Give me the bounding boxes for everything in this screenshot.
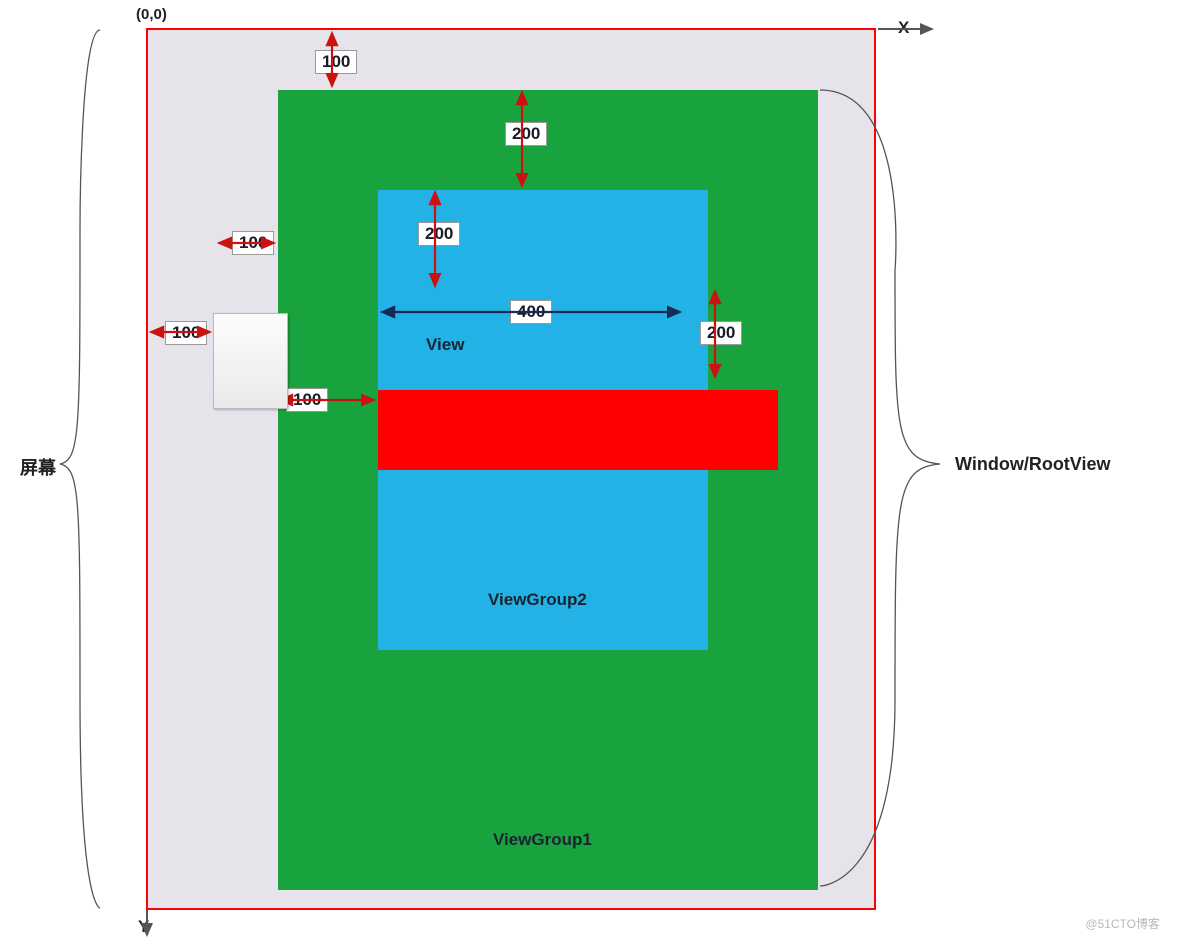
origin-label: (0,0) xyxy=(136,6,167,23)
dim-view-height: 200 xyxy=(700,321,742,345)
y-axis-label: Y xyxy=(138,917,149,937)
dim-screen-vg1-top: 100 xyxy=(315,50,357,74)
dim-vg1-view-left: 100 xyxy=(232,231,274,255)
viewgroup1-label: ViewGroup1 xyxy=(493,830,592,850)
x-axis-label: X xyxy=(898,18,909,38)
view-rect xyxy=(378,390,778,470)
view-label: View xyxy=(426,335,464,355)
dim-vg1-vg2-top: 200 xyxy=(505,122,547,146)
dim-vg2-view-top: 200 xyxy=(418,222,460,246)
viewgroup1-rect: ViewGroup2 ViewGroup1 xyxy=(278,90,818,890)
screen-side-label: 屏幕 xyxy=(20,454,56,480)
white-box xyxy=(213,313,288,409)
screen-rect: ViewGroup2 ViewGroup1 xyxy=(146,28,876,910)
dim-vg1-view-left-bottom: 100 xyxy=(286,388,328,412)
viewgroup2-label: ViewGroup2 xyxy=(488,590,587,610)
viewgroup2-rect: ViewGroup2 xyxy=(378,190,708,650)
dim-screen-view-left: 100 xyxy=(165,321,207,345)
window-side-label: Window/RootView xyxy=(955,454,1111,475)
dim-view-width: 400 xyxy=(510,300,552,324)
left-brace xyxy=(60,30,100,908)
watermark: @51CTO博客 xyxy=(1085,915,1160,932)
